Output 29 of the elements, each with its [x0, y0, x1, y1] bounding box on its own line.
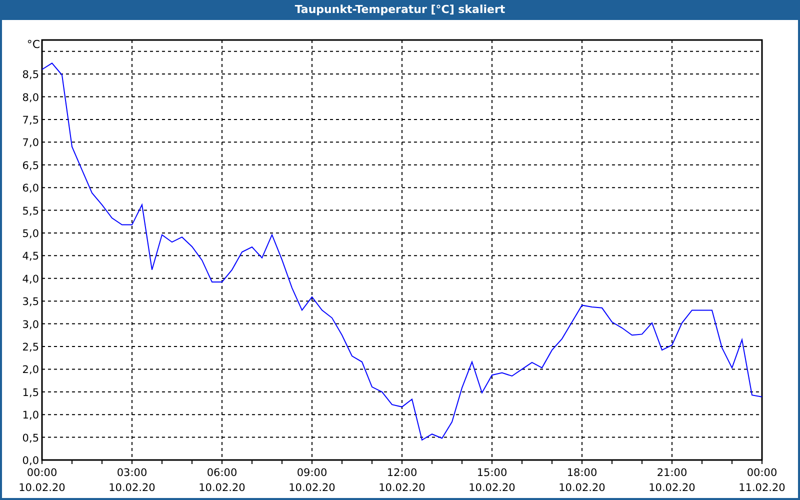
y-tick-label: 5,5: [22, 205, 39, 218]
x-tick-label: 12:00 10.02.20: [378, 466, 426, 496]
y-tick-label: 5,0: [22, 228, 39, 240]
y-tick-label: 3,0: [22, 318, 39, 331]
x-tick-label: 21:00 10.02.20: [648, 466, 696, 496]
y-tick-label: 6,5: [22, 160, 39, 172]
y-tick-label: 4,0: [22, 273, 39, 286]
y-tick-label: 2,5: [22, 341, 39, 354]
y-tick-label: 7,5: [22, 114, 39, 126]
y-tick-label: 3,5: [22, 296, 39, 308]
y-tick-label: 1,5: [22, 386, 39, 399]
y-axis-unit: °C: [26, 38, 40, 51]
x-tick-label: 18:00 10.02.20: [558, 466, 606, 496]
y-tick-label: 0,0: [22, 455, 39, 467]
y-tick-label: 8,5: [22, 69, 39, 82]
x-tick-label: 15:00 10.02.20: [468, 466, 516, 496]
window-title: Taupunkt-Temperatur [°C] skaliert: [294, 2, 506, 18]
x-tick-label: 00:00 10.02.20: [18, 466, 66, 496]
y-tick-label: 6,0: [22, 182, 39, 195]
y-tick-label: 8,0: [22, 92, 39, 104]
x-tick-label: 03:00 10.02.20: [108, 466, 156, 496]
y-tick-label: 7,0: [22, 137, 39, 150]
y-tick-label: 1,0: [22, 410, 39, 422]
x-tick-label: 06:00 10.02.20: [198, 466, 246, 496]
x-tick-label: 00:00 11.02.20: [738, 466, 786, 496]
y-tick-label: 2,0: [22, 364, 39, 376]
y-tick-label: 0,5: [22, 432, 39, 444]
x-tick-label: 09:00 10.02.20: [288, 466, 336, 496]
y-tick-label: 4,5: [22, 250, 39, 263]
